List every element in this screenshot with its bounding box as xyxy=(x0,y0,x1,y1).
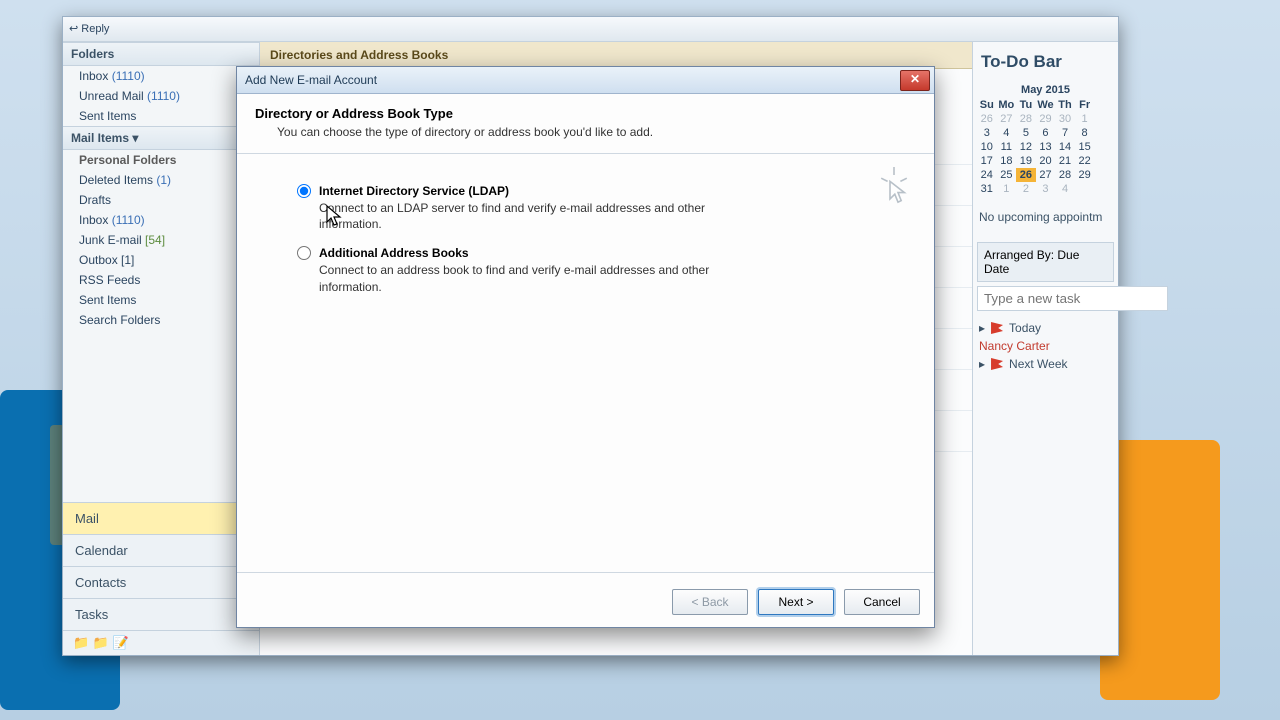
flag-icon xyxy=(991,322,1003,334)
nav-inbox[interactable]: Inbox (1110) xyxy=(63,66,259,86)
next-button[interactable]: Next > xyxy=(758,589,834,615)
nav-sent[interactable]: Sent Items xyxy=(63,106,259,126)
no-appointments: No upcoming appointm xyxy=(973,196,1118,238)
nav-pane: Folders Inbox (1110) Unread Mail (1110) … xyxy=(63,42,260,655)
navbar-contacts[interactable]: Contacts xyxy=(63,566,259,598)
nav-header-folders[interactable]: Folders xyxy=(63,42,259,66)
flag-icon xyxy=(991,358,1003,370)
calendar-month[interactable]: May 2015 xyxy=(977,82,1114,98)
cancel-button[interactable]: Cancel xyxy=(844,589,920,615)
back-button[interactable]: < Back xyxy=(672,589,748,615)
option-additional[interactable]: Additional Address Books Connect to an a… xyxy=(297,246,874,294)
navbar-tasks[interactable]: Tasks xyxy=(63,598,259,630)
nav-outbox[interactable]: Outbox [1] xyxy=(63,250,259,270)
nav-sent2[interactable]: Sent Items xyxy=(63,290,259,310)
nav-drafts[interactable]: Drafts xyxy=(63,190,259,210)
nav-unread[interactable]: Unread Mail (1110) xyxy=(63,86,259,106)
nav-junk[interactable]: Junk E-mail [54] xyxy=(63,230,259,250)
navbar-shortcuts[interactable]: 📁 📁 📝 xyxy=(63,630,259,655)
label-ldap: Internet Directory Service (LDAP) xyxy=(319,184,509,198)
add-account-dialog: Add New E-mail Account ✕ Directory or Ad… xyxy=(236,66,935,628)
nav-personal-folders[interactable]: Personal Folders xyxy=(63,150,259,170)
navbar-mail[interactable]: Mail xyxy=(63,502,259,534)
cursor-hint-icon xyxy=(878,163,910,211)
dialog-heading: Directory or Address Book Type xyxy=(255,106,916,121)
option-ldap[interactable]: Internet Directory Service (LDAP) Connec… xyxy=(297,184,874,232)
nav-header-mailitems[interactable]: Mail Items ▾ xyxy=(63,126,259,150)
nav-search-folders[interactable]: Search Folders xyxy=(63,310,259,330)
arranged-by[interactable]: Arranged By: Due Date xyxy=(977,242,1114,282)
main-toolbar: ↩ Reply xyxy=(63,17,1118,42)
new-task-input[interactable] xyxy=(977,286,1168,311)
dialog-title: Add New E-mail Account xyxy=(245,73,377,87)
close-button[interactable]: ✕ xyxy=(900,70,930,91)
todo-bar: To-Do Bar May 2015 SuMoTuWeThFr 26272829… xyxy=(972,42,1118,655)
desc-additional: Connect to an address book to find and v… xyxy=(297,260,749,294)
reply-button[interactable]: ↩ Reply xyxy=(69,23,109,35)
task-nancy[interactable]: Nancy Carter xyxy=(979,339,1112,353)
tab-directories[interactable]: Directories and Address Books xyxy=(260,42,1000,69)
desc-ldap: Connect to an LDAP server to find and ve… xyxy=(297,198,749,232)
navbar-calendar[interactable]: Calendar xyxy=(63,534,259,566)
dialog-titlebar[interactable]: Add New E-mail Account ✕ xyxy=(237,67,934,94)
group-next-week[interactable]: ▸Next Week xyxy=(979,357,1112,371)
nav-inbox2[interactable]: Inbox (1110) xyxy=(63,210,259,230)
radio-ldap[interactable] xyxy=(297,184,311,198)
mini-calendar[interactable]: May 2015 SuMoTuWeThFr 26272829301 345678… xyxy=(973,82,1118,196)
group-today[interactable]: ▸Today xyxy=(979,321,1112,335)
todo-title: To-Do Bar xyxy=(973,42,1118,82)
label-additional: Additional Address Books xyxy=(319,246,469,260)
dialog-subheading: You can choose the type of directory or … xyxy=(255,121,916,139)
nav-deleted[interactable]: Deleted Items (1) xyxy=(63,170,259,190)
radio-additional[interactable] xyxy=(297,246,311,260)
nav-rss[interactable]: RSS Feeds xyxy=(63,270,259,290)
